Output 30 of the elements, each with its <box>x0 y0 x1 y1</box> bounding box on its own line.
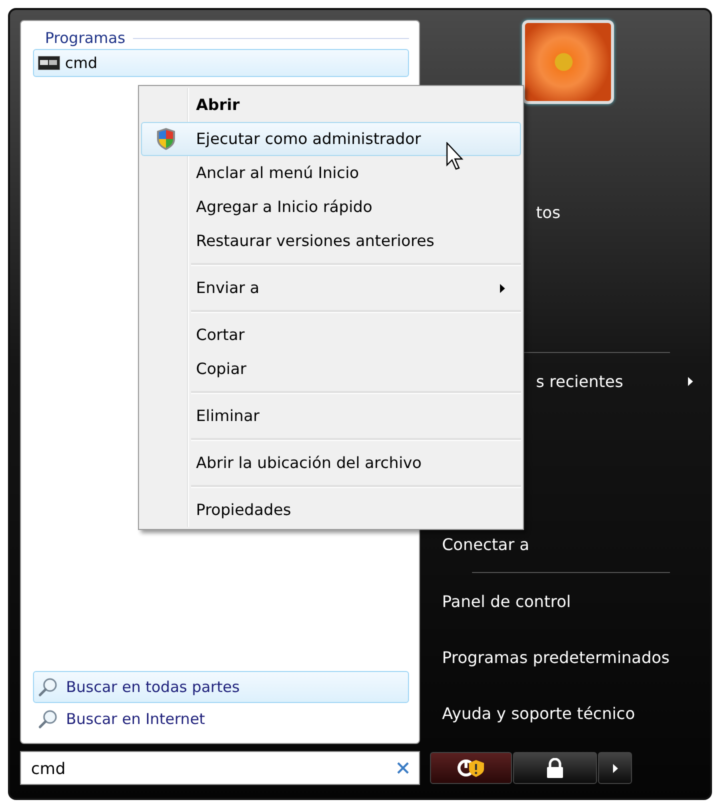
context-menu-item[interactable]: Abrir la ubicación del archivo <box>141 446 521 480</box>
power-warning-icon <box>456 758 486 778</box>
menu-link[interactable]: Programas predeterminados <box>430 629 700 685</box>
search-field[interactable]: cmd <box>20 751 420 785</box>
more-options-button[interactable] <box>598 752 632 784</box>
programs-heading: Programas <box>45 29 126 47</box>
search-link[interactable]: Buscar en todas partes <box>33 671 409 703</box>
context-menu-item[interactable]: Abrir <box>141 88 521 122</box>
menu-link[interactable]: Panel de control <box>430 573 700 629</box>
power-button[interactable] <box>430 752 512 784</box>
program-item[interactable]: cmd <box>33 49 409 77</box>
menu-link[interactable]: Ayuda y soporte técnico <box>430 685 700 741</box>
shield-icon <box>155 127 177 151</box>
lock-button[interactable] <box>513 752 597 784</box>
context-menu-item[interactable]: Anclar al menú Inicio <box>141 156 521 190</box>
search-link[interactable]: Buscar en Internet <box>33 703 409 735</box>
context-menu-item[interactable]: Cortar <box>141 318 521 352</box>
submenu-arrow-icon <box>499 282 506 294</box>
search-icon <box>38 677 58 697</box>
arrow-right-icon <box>612 762 618 774</box>
submenu-arrow-icon <box>687 376 694 386</box>
console-icon <box>38 56 60 70</box>
search-icon <box>38 709 58 729</box>
mouse-pointer-icon <box>446 142 466 172</box>
context-menu-item[interactable]: Enviar a <box>141 271 521 305</box>
lock-icon <box>546 758 564 778</box>
context-menu-item[interactable]: Agregar a Inicio rápido <box>141 190 521 224</box>
close-icon[interactable] <box>397 762 409 774</box>
context-menu-item[interactable]: Restaurar versiones anteriores <box>141 224 521 258</box>
context-menu-item[interactable]: Ejecutar como administrador <box>141 122 521 156</box>
